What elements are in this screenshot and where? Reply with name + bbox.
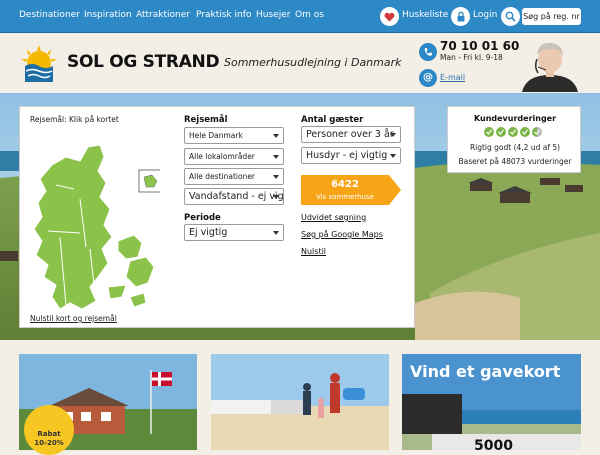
nav-husejer[interactable]: Husejer	[256, 10, 290, 20]
destination-heading: Rejsemål	[184, 115, 228, 125]
rating-stars	[484, 127, 542, 137]
search-reg-number-button[interactable]: Søg på reg. nr	[522, 8, 581, 25]
wishlist-link[interactable]: Huskeliste	[402, 10, 448, 20]
google-maps-link[interactable]: Søg på Google Maps	[301, 230, 383, 239]
advanced-search-link[interactable]: Udvidet søgning	[301, 213, 366, 222]
rating-score: Rigtig godt (4,2 ud af 5)	[469, 143, 561, 152]
pets-select[interactable]: Husdyr - ej vigtig	[301, 147, 401, 164]
promo-card-family[interactable]	[211, 354, 389, 450]
nav-destinationer[interactable]: Destinationer	[19, 10, 80, 20]
discount-badge[interactable]: Rabat 10-20%	[24, 405, 74, 455]
local-area-select[interactable]: Alle lokalområder	[184, 148, 284, 165]
water-distance-select[interactable]: Vandafstand - ej vigtig	[184, 188, 284, 205]
phone-icon	[419, 43, 437, 61]
opening-hours: Man - Fri kl. 9-18	[440, 53, 503, 62]
show-houses-label[interactable]: Vis sommerhuse	[301, 193, 389, 201]
lock-icon[interactable]	[451, 7, 470, 26]
reviews-title: Kundevurderinger	[473, 114, 557, 123]
region-select[interactable]: Hele Danmark	[184, 127, 284, 144]
phone-number[interactable]: 70 10 01 60	[440, 39, 519, 53]
check-icon	[496, 127, 506, 137]
reviews-box[interactable]: Kundevurderinger Rigtig godt (4,2 ud af …	[447, 106, 581, 173]
sun-logo-icon[interactable]	[19, 44, 59, 82]
guests-select[interactable]: Personer over 3 år	[301, 126, 401, 143]
check-icon	[508, 127, 518, 137]
email-link[interactable]: E-mail	[440, 73, 465, 82]
giftcard-amount: 5000	[474, 438, 513, 454]
login-link[interactable]: Login	[473, 10, 497, 20]
search-panel: Rejsemål: Klik på kortet Nulstil kort og…	[19, 106, 415, 328]
hero-section: Rejsemål: Klik på kortet Nulstil kort og…	[0, 93, 600, 340]
reset-link[interactable]: Nulstil	[301, 247, 326, 256]
heart-icon[interactable]	[380, 7, 399, 26]
nav-praktisk-info[interactable]: Praktisk info	[196, 10, 251, 20]
destination-select[interactable]: Alle destinationer	[184, 168, 284, 185]
check-icon	[520, 127, 530, 137]
guests-heading: Antal gæster	[301, 115, 364, 125]
map-instruction: Rejsemål: Klik på kortet	[30, 115, 119, 124]
nav-inspiration[interactable]: Inspiration	[84, 10, 132, 20]
nav-attraktioner[interactable]: Attraktioner	[136, 10, 190, 20]
period-heading: Periode	[184, 213, 221, 223]
tagline: Sommerhusudlejning i Danmark	[224, 56, 402, 69]
family-beach-photo	[211, 354, 389, 450]
email-icon: @	[419, 69, 437, 87]
reset-map-link[interactable]: Nulstil kort og rejsemål	[30, 314, 117, 323]
nav-om-os[interactable]: Om os	[295, 10, 324, 20]
denmark-map[interactable]	[30, 137, 160, 315]
check-icon	[532, 127, 542, 137]
giftcard-title[interactable]: Vind et gavekort	[410, 362, 560, 381]
site-header: SOL OG STRAND Sommerhusudlejning i Danma…	[0, 34, 600, 92]
top-navigation-bar: Destinationer Inspiration Attraktioner P…	[0, 0, 600, 33]
period-select[interactable]: Ej vigtig	[184, 224, 284, 241]
result-count[interactable]: 6422	[301, 179, 389, 190]
check-icon	[484, 127, 494, 137]
rating-count: Baseret på 48073 vurderinger	[458, 157, 572, 166]
brand-name[interactable]: SOL OG STRAND	[67, 52, 220, 72]
search-icon[interactable]	[501, 7, 520, 26]
customer-service-avatar	[522, 42, 578, 92]
